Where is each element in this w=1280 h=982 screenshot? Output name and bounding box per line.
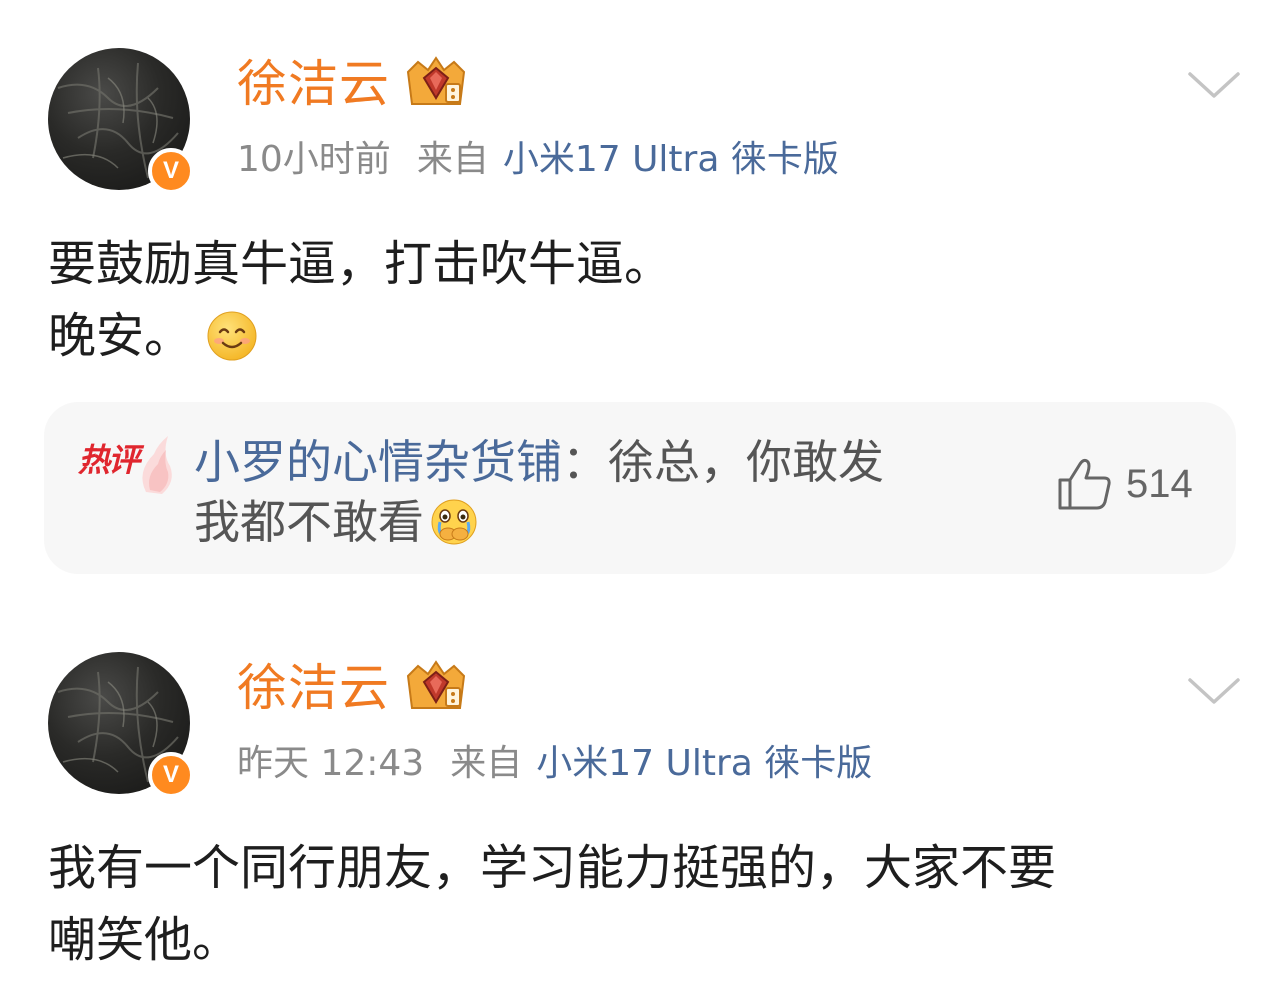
username[interactable]: 徐洁云: [237, 54, 390, 114]
post-content-line: 嘲笑他。: [48, 912, 241, 968]
comment-username[interactable]: 小罗的心情杂货铺: [194, 435, 562, 489]
hot-comment-text: 小罗的心情杂货铺：徐总，你敢发 我都不敢看: [194, 432, 994, 552]
cry-cover-mouth-emoji-icon: [431, 499, 477, 545]
hot-comment-badge: 热评: [76, 432, 176, 502]
post-time: 昨天 12:43: [237, 743, 425, 784]
post-time: 10小时前: [237, 139, 391, 180]
post-content[interactable]: 要鼓励真牛逼，打击吹牛逼。 晚安。: [48, 228, 1238, 372]
like-button[interactable]: 514: [1056, 456, 1193, 512]
chevron-down-icon[interactable]: [1184, 672, 1244, 712]
chevron-down-icon[interactable]: [1184, 66, 1244, 106]
from-label: 来自: [416, 139, 489, 180]
crown-gem-badge-icon[interactable]: [400, 658, 472, 718]
post-content[interactable]: 我有一个同行朋友，学习能力挺强的，大家不要 嘲笑他。: [48, 832, 1238, 976]
from-label: 来自: [450, 743, 523, 784]
device-link[interactable]: 小米17 Ultra 徕卡版: [536, 743, 872, 784]
like-count: 514: [1126, 462, 1193, 506]
verified-badge-icon: V: [148, 752, 194, 798]
device-link[interactable]: 小米17 Ultra 徕卡版: [503, 139, 839, 180]
username[interactable]: 徐洁云: [237, 658, 390, 718]
hot-comment-line: 我都不敢看: [194, 492, 994, 552]
post-content-line: 要鼓励真牛逼，打击吹牛逼。: [48, 236, 673, 292]
verified-badge-icon: V: [148, 148, 194, 194]
post-content-line: 我有一个同行朋友，学习能力挺强的，大家不要: [48, 840, 1057, 896]
hot-comment-label: 热评: [78, 441, 140, 479]
crown-gem-badge-icon[interactable]: [400, 54, 472, 114]
smile-emoji-icon: [207, 311, 257, 361]
thumbs-up-icon: [1058, 458, 1111, 510]
avatar[interactable]: V: [48, 48, 194, 194]
hot-comment-line: 小罗的心情杂货铺：徐总，你敢发: [194, 435, 884, 489]
post-meta: 10小时前 来自 小米17 Ultra 徕卡版: [237, 138, 839, 182]
hot-comment[interactable]: 热评 小罗的心情杂货铺：徐总，你敢发 我都不敢看 514: [44, 402, 1236, 574]
avatar[interactable]: V: [48, 652, 194, 798]
post-meta: 昨天 12:43 来自 小米17 Ultra 徕卡版: [237, 742, 872, 786]
post-content-line: 晚安。: [48, 300, 1238, 372]
